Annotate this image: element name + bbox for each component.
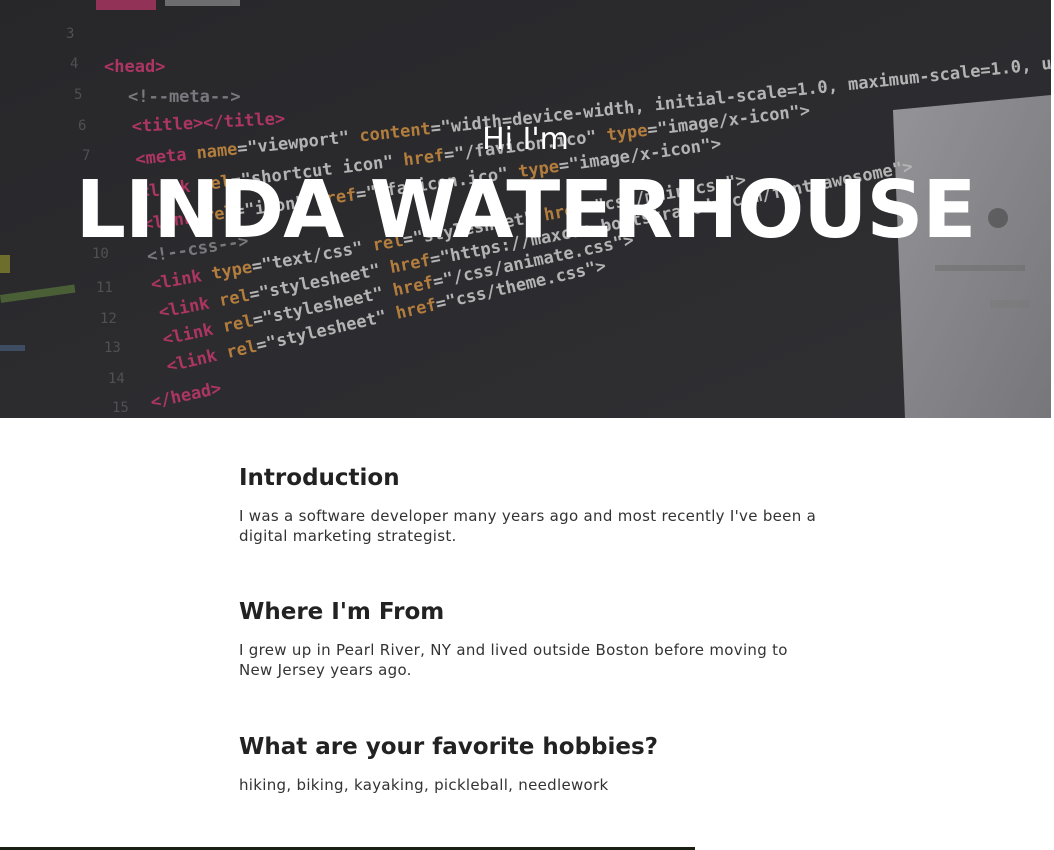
- section-hobbies: What are your favorite hobbies? hiking, …: [239, 729, 819, 795]
- section-introduction: Introduction I was a software developer …: [239, 460, 819, 546]
- section-body: I grew up in Pearl River, NY and lived o…: [239, 641, 788, 679]
- section-where-from: Where I'm From I grew up in Pearl River,…: [239, 594, 819, 680]
- section-body: hiking, biking, kayaking, pickleball, ne…: [239, 776, 609, 794]
- hero-name-title: LINDA WATERHOUSE: [75, 164, 977, 256]
- hero-greeting: Hi I'm: [482, 122, 569, 157]
- hero-banner: 3 4 5 6 7 8 9 10 11 12 13 14 15 <head> <…: [0, 0, 1051, 418]
- section-body: I was a software developer many years ag…: [239, 507, 817, 545]
- section-heading: Where I'm From: [239, 599, 445, 625]
- section-heading: Introduction: [239, 465, 400, 491]
- section-heading: What are your favorite hobbies?: [239, 734, 659, 760]
